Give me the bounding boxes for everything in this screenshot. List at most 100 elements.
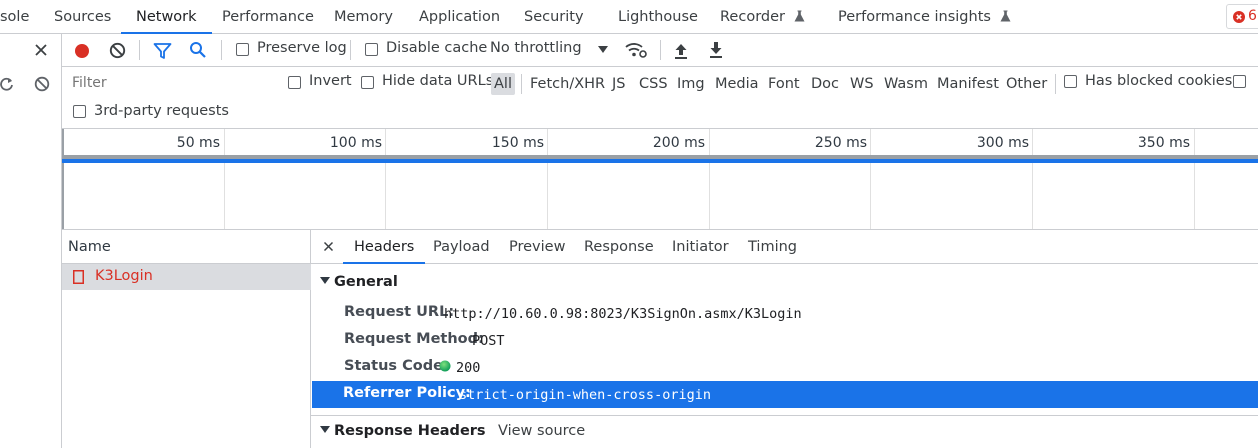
hide-data-urls-checkbox[interactable] xyxy=(361,76,374,89)
timeline-tick-label: 350 ms xyxy=(1137,135,1190,151)
filter-type-media[interactable]: Media xyxy=(715,73,759,95)
export-har-icon[interactable] xyxy=(709,41,723,58)
tab-security[interactable]: Security xyxy=(524,0,584,34)
preserve-log-label: Preserve log xyxy=(257,40,347,56)
filter-type-doc[interactable]: Doc xyxy=(811,73,839,95)
request-bar-download xyxy=(62,159,1258,163)
referrer-policy-key: Referrer Policy: xyxy=(343,385,471,401)
third-party-label: 3rd-party requests xyxy=(94,103,229,119)
timeline-grid-line xyxy=(547,129,548,229)
record-icon[interactable] xyxy=(73,42,91,60)
search-icon[interactable] xyxy=(189,41,207,59)
request-url-key: Request URL: xyxy=(344,304,455,320)
left-panel xyxy=(0,34,62,448)
blocked-requests-checkbox[interactable] xyxy=(1233,75,1246,88)
tab-preview[interactable]: Preview xyxy=(509,230,565,264)
tab-lighthouse[interactable]: Lighthouse xyxy=(618,0,698,34)
close-icon[interactable] xyxy=(323,241,334,252)
general-section-title: General xyxy=(334,274,398,290)
tab-performance-insights[interactable]: Performance insights xyxy=(838,0,1011,34)
timeline-tick-label: 300 ms xyxy=(976,135,1029,151)
filter-type-wasm[interactable]: Wasm xyxy=(884,73,928,95)
request-name: K3Login xyxy=(95,268,153,284)
response-headers-title: Response Headers xyxy=(334,423,486,439)
general-section-header[interactable]: General xyxy=(320,274,398,290)
triangle-down-icon xyxy=(320,426,330,433)
timeline-grid-line xyxy=(1032,129,1033,229)
chevron-down-icon xyxy=(598,46,608,53)
timeline-tick-label: 150 ms xyxy=(491,135,544,151)
error-count-badge[interactable]: 6 xyxy=(1226,4,1258,29)
disable-cache-checkbox[interactable] xyxy=(365,43,378,56)
referrer-policy-value: strict-origin-when-cross-origin xyxy=(459,387,711,403)
preserve-log-checkbox[interactable] xyxy=(236,43,249,56)
filter-type-all[interactable]: All xyxy=(491,73,515,95)
devtools-tab-bar: sole Sources Network Performance Memory … xyxy=(0,0,1258,34)
tab-headers[interactable]: Headers xyxy=(343,230,426,264)
network-toolbar: Preserve log Disable cache No throttling xyxy=(62,34,1258,67)
filter-input[interactable] xyxy=(68,72,271,94)
filter-type-css[interactable]: CSS xyxy=(639,73,668,95)
request-row[interactable]: K3Login xyxy=(62,264,311,290)
tab-response[interactable]: Response xyxy=(584,230,654,264)
refresh-icon[interactable] xyxy=(0,76,14,92)
invert-checkbox[interactable] xyxy=(288,76,301,89)
tab-application[interactable]: Application xyxy=(419,0,500,34)
request-details: Headers Payload Preview Response Initiat… xyxy=(311,230,1258,448)
timeline-grid-line xyxy=(224,129,225,229)
clear-icon[interactable] xyxy=(34,76,50,92)
throttling-select[interactable]: No throttling xyxy=(490,39,612,61)
tab-recorder-label: Recorder xyxy=(720,9,785,25)
status-code-value: 200 xyxy=(456,360,481,376)
filter-type-fetch-xhr[interactable]: Fetch/XHR xyxy=(530,73,605,95)
response-headers-section-header[interactable]: Response Headers xyxy=(320,423,486,439)
toolbar-divider xyxy=(660,40,661,60)
toolbar-divider xyxy=(139,40,140,60)
request-list: Name K3Login xyxy=(62,230,311,448)
filter-type-ws[interactable]: WS xyxy=(850,73,874,95)
triangle-down-icon xyxy=(320,277,330,284)
tab-memory[interactable]: Memory xyxy=(334,0,393,34)
filter-icon[interactable] xyxy=(153,42,172,60)
timeline-tick-label: 200 ms xyxy=(652,135,705,151)
toolbar-divider xyxy=(350,40,351,60)
tab-sources[interactable]: Sources xyxy=(54,0,111,34)
disable-cache-label: Disable cache xyxy=(386,40,488,56)
filter-type-img[interactable]: Img xyxy=(677,73,705,95)
timeline-tick-label: 250 ms xyxy=(814,135,867,151)
tab-network[interactable]: Network xyxy=(121,0,212,34)
tab-recorder[interactable]: Recorder xyxy=(720,0,805,34)
invert-label: Invert xyxy=(309,73,352,89)
tab-initiator[interactable]: Initiator xyxy=(672,230,729,264)
filter-type-js[interactable]: JS xyxy=(612,73,625,95)
timeline-overview[interactable]: 50 ms 100 ms 150 ms 200 ms 250 ms 300 ms… xyxy=(62,129,1258,230)
experiment-flask-icon xyxy=(794,10,805,22)
has-blocked-cookies-label: Has blocked cookies xyxy=(1085,73,1233,89)
name-column-header[interactable]: Name xyxy=(62,230,311,264)
tab-console[interactable]: sole xyxy=(0,0,29,34)
throttling-value: No throttling xyxy=(490,40,582,56)
details-tab-bar: Headers Payload Preview Response Initiat… xyxy=(311,230,1258,264)
timeline-grid-line xyxy=(385,129,386,229)
third-party-checkbox[interactable] xyxy=(73,105,86,118)
toolbar-divider xyxy=(221,40,222,60)
close-icon[interactable] xyxy=(34,43,48,57)
view-source-link[interactable]: View source xyxy=(498,423,585,439)
tab-payload[interactable]: Payload xyxy=(433,230,490,264)
referrer-policy-row[interactable]: Referrer Policy: strict-origin-when-cros… xyxy=(312,381,1258,408)
network-conditions-icon[interactable] xyxy=(625,41,647,59)
tab-timing[interactable]: Timing xyxy=(748,230,797,264)
section-divider xyxy=(311,415,1258,416)
filter-type-font[interactable]: Font xyxy=(768,73,800,95)
name-column-label: Name xyxy=(68,239,111,255)
tab-performance[interactable]: Performance xyxy=(222,0,314,34)
import-har-icon[interactable] xyxy=(674,42,688,59)
filter-type-other[interactable]: Other xyxy=(1006,73,1047,95)
filter-type-manifest[interactable]: Manifest xyxy=(937,73,999,95)
has-blocked-cookies-checkbox[interactable] xyxy=(1064,75,1077,88)
clear-log-icon[interactable] xyxy=(109,42,126,59)
timeline-grid-line xyxy=(1194,129,1195,229)
tab-performance-insights-label: Performance insights xyxy=(838,9,991,25)
request-url-value: http://10.60.0.98:8023/K3SignOn.asmx/K3L… xyxy=(444,306,802,322)
timeline-tick-label: 100 ms xyxy=(329,135,382,151)
